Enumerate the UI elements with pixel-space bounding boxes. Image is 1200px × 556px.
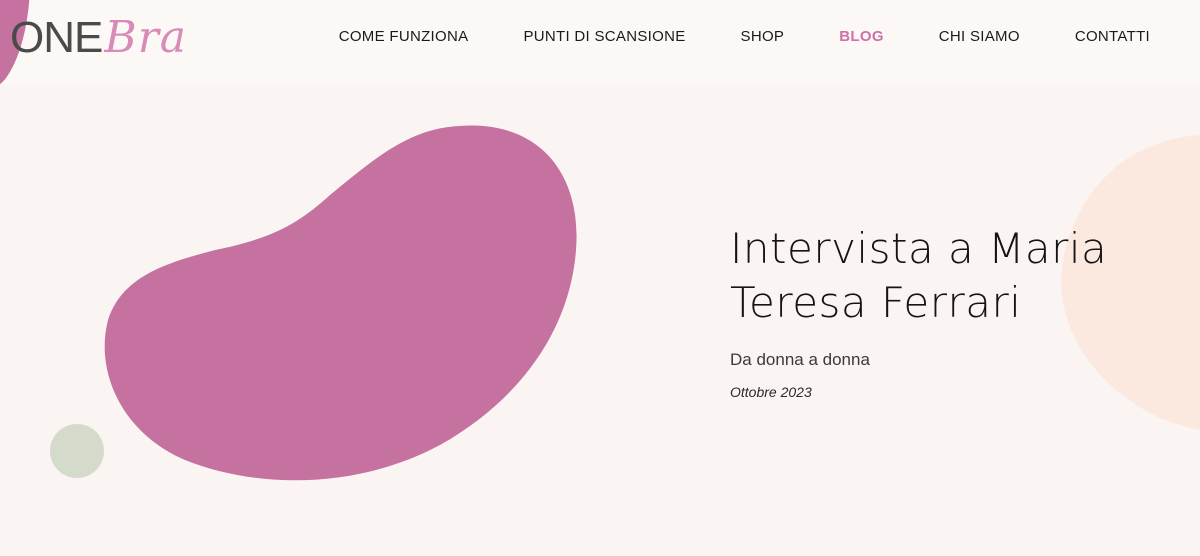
nav-item-blog[interactable]: BLOG xyxy=(839,28,884,45)
hero-text-block: Intervista a Maria Teresa Ferrari Da don… xyxy=(730,222,1170,400)
site-logo[interactable]: ONE Bra xyxy=(10,12,187,63)
nav-item-contatti[interactable]: CONTATTI xyxy=(1075,28,1150,45)
article-title-line-1: Intervista a Maria xyxy=(730,224,1108,273)
main-nav: COME FUNZIONA PUNTI DI SCANSIONE SHOP BL… xyxy=(339,28,1150,45)
nav-item-come-funziona[interactable]: COME FUNZIONA xyxy=(339,28,469,45)
article-title: Intervista a Maria Teresa Ferrari xyxy=(730,222,1170,330)
pink-blob-decoration xyxy=(104,125,577,481)
article-title-line-2: Teresa Ferrari xyxy=(730,278,1022,327)
page: ONE Bra COME FUNZIONA PUNTI DI SCANSIONE… xyxy=(0,0,1200,556)
sage-circle-decoration xyxy=(50,424,104,478)
article-subtitle: Da donna a donna xyxy=(730,350,870,369)
article-date: Ottobre 2023 xyxy=(730,384,812,400)
logo-text-one: ONE xyxy=(10,13,103,62)
nav-item-punti-di-scansione[interactable]: PUNTI DI SCANSIONE xyxy=(523,28,685,45)
nav-item-shop[interactable]: SHOP xyxy=(741,28,785,45)
logo-text-bra: Bra xyxy=(104,12,187,63)
nav-item-chi-siamo[interactable]: CHI SIAMO xyxy=(939,28,1020,45)
